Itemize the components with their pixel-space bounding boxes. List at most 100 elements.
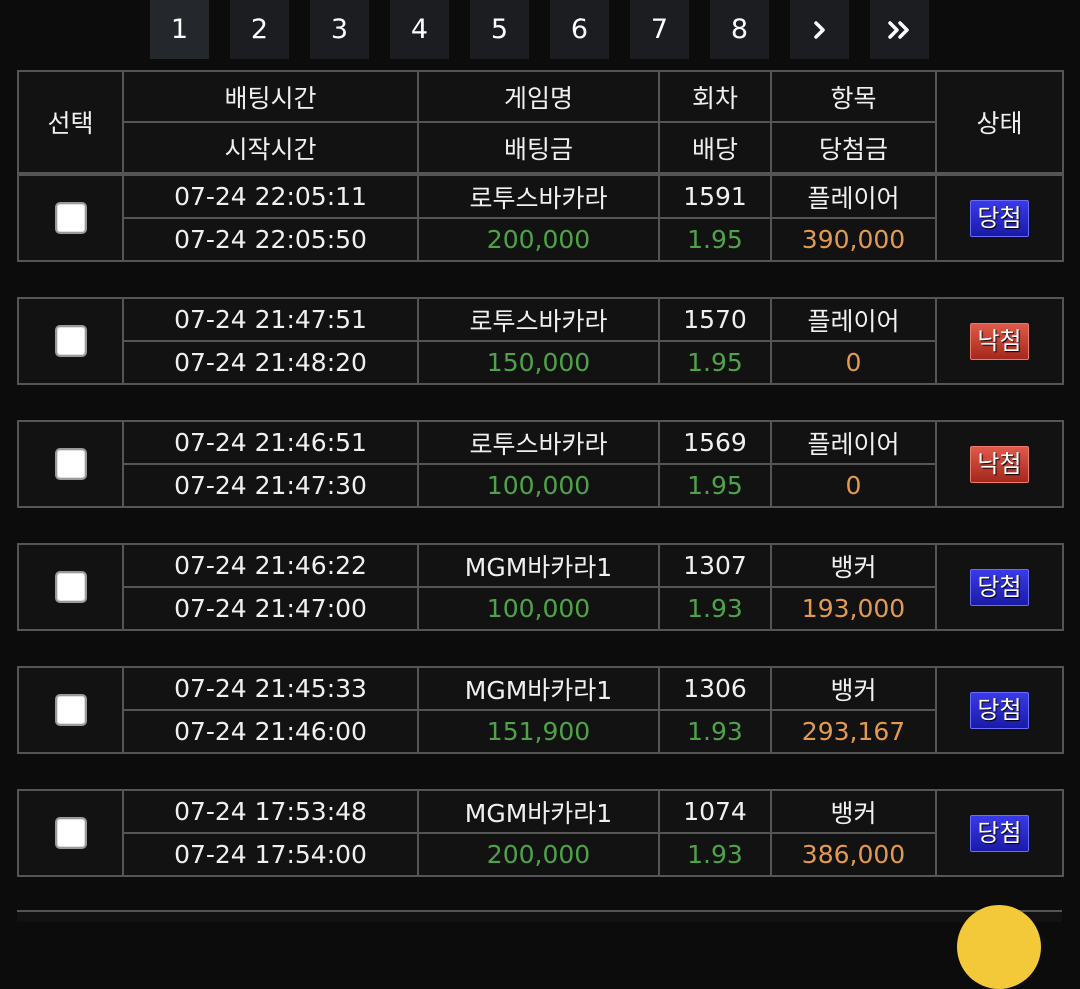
odds: 1.93 [658,586,772,631]
bet-amount: 100,000 [417,586,660,631]
select-checkbox[interactable] [54,571,87,603]
next-bet-entry-edge [17,910,1062,922]
select-cell [17,543,124,631]
bet-item: 플레이어 [770,297,937,342]
page-3-button[interactable]: 3 [310,0,369,59]
status-badge: 낙첨 [970,322,1029,360]
page-6-button[interactable]: 6 [550,0,609,59]
header-start-time: 시작시간 [122,121,419,174]
select-checkbox[interactable] [54,325,87,357]
page-4-button[interactable]: 4 [390,0,449,59]
round: 1074 [658,789,772,834]
bet-amount: 200,000 [417,832,660,877]
bet-item: 플레이어 [770,174,937,219]
round: 1591 [658,174,772,219]
page-8-button[interactable]: 8 [710,0,769,59]
status-cell: 낙첨 [935,297,1064,385]
bet-item: 뱅커 [770,543,937,588]
bet-entry: 07-24 21:45:33 MGM바카라1 1306 뱅커 당첨 07-24 … [17,666,1064,754]
last-page-button[interactable] [870,0,929,59]
header-bet-time: 배팅시간 [122,70,419,123]
select-cell [17,297,124,385]
status-badge: 당첨 [970,691,1029,729]
win-amount: 386,000 [770,832,937,877]
next-page-button[interactable] [790,0,849,59]
round: 1306 [658,666,772,711]
header-item: 항목 [770,70,937,123]
header-status: 상태 [935,70,1064,174]
bet-time: 07-24 17:53:48 [122,789,419,834]
select-cell [17,666,124,754]
start-time: 07-24 17:54:00 [122,832,419,877]
round: 1570 [658,297,772,342]
bet-time: 07-24 21:47:51 [122,297,419,342]
select-cell [17,420,124,508]
odds: 1.95 [658,463,772,508]
page-5-button[interactable]: 5 [470,0,529,59]
bet-amount: 100,000 [417,463,660,508]
bet-entry: 07-24 17:53:48 MGM바카라1 1074 뱅커 당첨 07-24 … [17,789,1064,877]
game-name: MGM바카라1 [417,543,660,588]
select-checkbox[interactable] [54,202,87,234]
start-time: 07-24 22:05:50 [122,217,419,262]
game-name: 로투스바카라 [417,420,660,465]
page-2-button[interactable]: 2 [230,0,289,59]
bet-entry: 07-24 21:47:51 로투스바카라 1570 플레이어 낙첨 07-24… [17,297,1064,385]
bet-entry: 07-24 22:05:11 로투스바카라 1591 플레이어 당첨 07-24… [17,174,1064,262]
odds: 1.95 [658,217,772,262]
start-time: 07-24 21:47:00 [122,586,419,631]
status-cell: 당첨 [935,666,1064,754]
odds: 1.93 [658,709,772,754]
game-name: MGM바카라1 [417,789,660,834]
start-time: 07-24 21:47:30 [122,463,419,508]
header-bet-amount: 배팅금 [417,121,660,174]
bet-time: 07-24 22:05:11 [122,174,419,219]
header-game-name: 게임명 [417,70,660,123]
status-cell: 당첨 [935,789,1064,877]
pagination: 1 2 3 4 5 6 7 8 [0,0,1080,60]
start-time: 07-24 21:48:20 [122,340,419,385]
bet-amount: 200,000 [417,217,660,262]
select-checkbox[interactable] [54,817,87,849]
bet-time: 07-24 21:46:51 [122,420,419,465]
bet-amount: 151,900 [417,709,660,754]
game-name: 로투스바카라 [417,297,660,342]
bet-item: 뱅커 [770,789,937,834]
game-name: MGM바카라1 [417,666,660,711]
page-1-button[interactable]: 1 [150,0,209,59]
select-checkbox[interactable] [54,448,87,480]
status-badge: 당첨 [970,568,1029,606]
start-time: 07-24 21:46:00 [122,709,419,754]
status-badge: 낙첨 [970,445,1029,483]
win-amount: 0 [770,463,937,508]
bet-item: 플레이어 [770,420,937,465]
bet-entry: 07-24 21:46:51 로투스바카라 1569 플레이어 낙첨 07-24… [17,420,1064,508]
bet-item: 뱅커 [770,666,937,711]
select-cell [17,174,124,262]
odds: 1.93 [658,832,772,877]
round: 1569 [658,420,772,465]
win-amount: 0 [770,340,937,385]
win-amount: 390,000 [770,217,937,262]
header-round: 회차 [658,70,772,123]
header-win-amount: 당첨금 [770,121,937,174]
double-chevron-right-icon [887,20,913,39]
select-cell [17,789,124,877]
bet-time: 07-24 21:45:33 [122,666,419,711]
bet-time: 07-24 21:46:22 [122,543,419,588]
bet-table-header: 선택 배팅시간 게임명 회차 항목 상태 시작시간 배팅금 배당 당첨금 [17,70,1064,174]
bet-amount: 150,000 [417,340,660,385]
game-name: 로투스바카라 [417,174,660,219]
bet-entry: 07-24 21:46:22 MGM바카라1 1307 뱅커 당첨 07-24 … [17,543,1064,631]
header-select: 선택 [17,70,124,174]
status-badge: 당첨 [970,199,1029,237]
win-amount: 293,167 [770,709,937,754]
status-badge: 당첨 [970,814,1029,852]
win-amount: 193,000 [770,586,937,631]
chevron-right-icon [812,20,828,39]
floating-action-button[interactable] [957,905,1041,989]
page-7-button[interactable]: 7 [630,0,689,59]
status-cell: 당첨 [935,174,1064,262]
select-checkbox[interactable] [54,694,87,726]
status-cell: 당첨 [935,543,1064,631]
